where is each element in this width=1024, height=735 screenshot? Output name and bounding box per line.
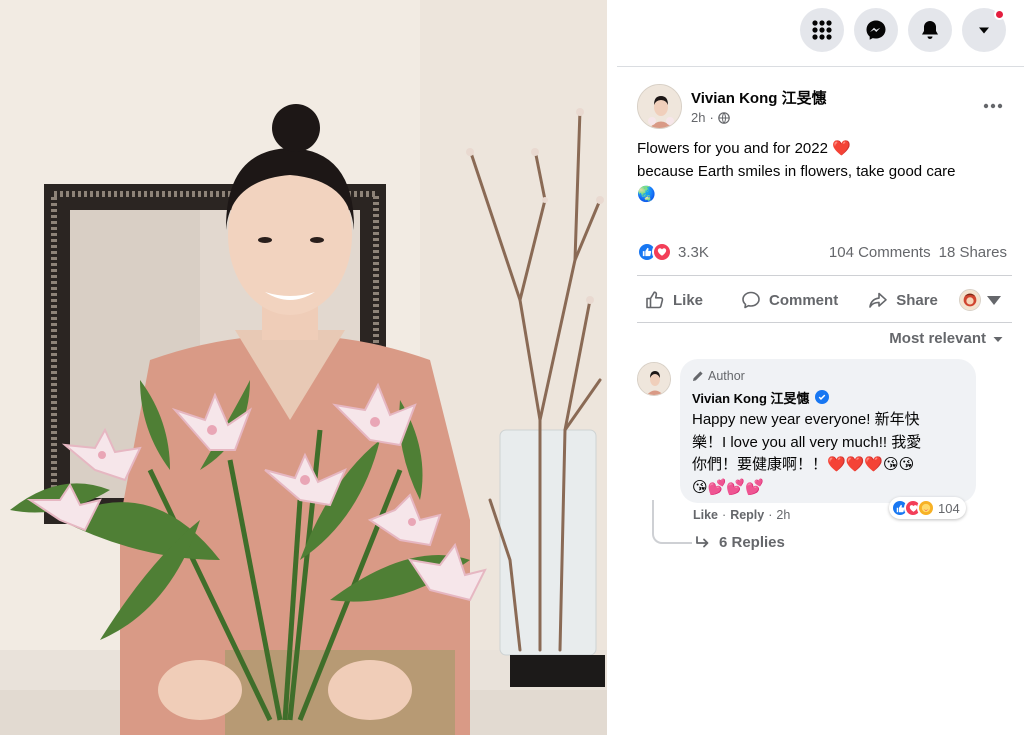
like-label: Like <box>673 291 704 309</box>
post-text-line: because Earth smiles in flowers, take go… <box>637 163 956 180</box>
reactions-count[interactable]: 3.3K <box>678 244 709 261</box>
comment-time[interactable]: 2h <box>776 508 790 522</box>
reply-arrow-icon <box>696 535 709 547</box>
comment-reaction-count: 104 <box>938 500 960 516</box>
comment-bubble: Author Vivian Kong 江旻憓 Happy new year ev… <box>680 359 976 503</box>
caret-down-icon <box>993 336 1003 342</box>
comment-text-line: 😘💕💕💕 <box>692 478 764 496</box>
reply-thread-line <box>652 500 692 544</box>
thumbs-up-icon <box>646 291 664 309</box>
engagement-counts: 104 Comments 18 Shares <box>829 244 1007 261</box>
comment-text-line: Happy new year everyone! 新年快 <box>692 411 920 428</box>
post-time[interactable]: 2h <box>691 110 705 125</box>
account-button[interactable] <box>962 8 1006 52</box>
love-reaction-icon <box>652 242 672 262</box>
post-photo[interactable] <box>0 0 607 735</box>
menu-button[interactable] <box>800 8 844 52</box>
reaction-icons[interactable] <box>637 242 672 262</box>
separator: · <box>722 508 727 522</box>
verified-badge-icon <box>814 390 829 404</box>
post-panel: Vivian Kong 江旻憓 2h · Flowers for you and… <box>607 0 1024 735</box>
share-button[interactable]: Share <box>860 282 946 318</box>
separator: · <box>768 508 773 522</box>
comment-reply-link[interactable]: Reply <box>730 508 764 522</box>
react-as-selector[interactable] <box>951 282 1012 318</box>
comments-count[interactable]: 104 Comments <box>829 244 931 261</box>
comment-author-name[interactable]: Vivian Kong 江旻憓 <box>692 388 810 407</box>
post-header: Vivian Kong 江旻憓 2h · <box>637 84 1007 130</box>
post-actions: Like Comment Share <box>637 280 1012 320</box>
comment-author: Vivian Kong 江旻憓 <box>692 388 964 406</box>
globe-icon <box>718 111 730 124</box>
more-horizontal-icon <box>983 103 1003 109</box>
comment-text: Happy new year everyone! 新年快 樂！I love yo… <box>692 409 964 499</box>
author-badge: Author <box>692 367 964 385</box>
sort-label: Most relevant <box>889 330 986 347</box>
commenter-avatar[interactable] <box>637 362 671 396</box>
reactions-summary: 3.3K 104 Comments 18 Shares <box>637 240 1007 264</box>
top-navigation <box>800 8 1006 52</box>
more-options-button[interactable] <box>979 92 1007 120</box>
page-avatar <box>959 289 981 311</box>
comment-reactions[interactable]: 104 <box>889 497 966 519</box>
pencil-icon <box>693 371 703 381</box>
post-text-line: 🌏 <box>637 186 656 203</box>
divider <box>617 66 1024 67</box>
like-button[interactable]: Like <box>637 282 711 318</box>
post-meta: 2h · <box>691 110 730 125</box>
photo-illustration <box>0 0 607 735</box>
comment-button[interactable]: Comment <box>733 282 846 318</box>
bell-icon <box>922 21 938 39</box>
divider <box>637 275 1012 276</box>
author-avatar[interactable] <box>637 84 682 129</box>
caret-down-icon <box>987 296 1001 305</box>
divider <box>637 322 1012 323</box>
share-icon <box>869 292 887 308</box>
messenger-icon <box>866 20 886 40</box>
share-label: Share <box>896 291 938 309</box>
view-replies-button[interactable]: 6 Replies <box>695 534 785 551</box>
comment-icon <box>742 291 760 309</box>
grid-menu-icon <box>812 20 832 40</box>
post-author-name[interactable]: Vivian Kong 江旻憓 <box>691 87 827 108</box>
author-badge-label: Author <box>708 369 745 383</box>
messenger-button[interactable] <box>854 8 898 52</box>
notification-dot <box>994 9 1005 20</box>
comment-text-line: 你們！要健康啊！！❤️❤️❤️😘😘 <box>692 456 915 473</box>
post-text-line: Flowers for you and for 2022 ❤️ <box>637 140 851 157</box>
caret-down-icon <box>979 27 989 34</box>
notifications-button[interactable] <box>908 8 952 52</box>
care-reaction-icon <box>917 499 935 517</box>
shares-count[interactable]: 18 Shares <box>939 244 1007 261</box>
post-text: Flowers for you and for 2022 ❤️ because … <box>637 137 1007 206</box>
comment-sort-dropdown[interactable]: Most relevant <box>889 330 1004 347</box>
replies-label: 6 Replies <box>719 534 785 551</box>
comment-text-line: 樂！I love you all very much!! 我愛 <box>692 433 922 451</box>
comment-like-link[interactable]: Like <box>693 508 718 522</box>
comment-label: Comment <box>769 291 839 309</box>
comment-actions: Like · Reply · 2h <box>693 508 790 522</box>
